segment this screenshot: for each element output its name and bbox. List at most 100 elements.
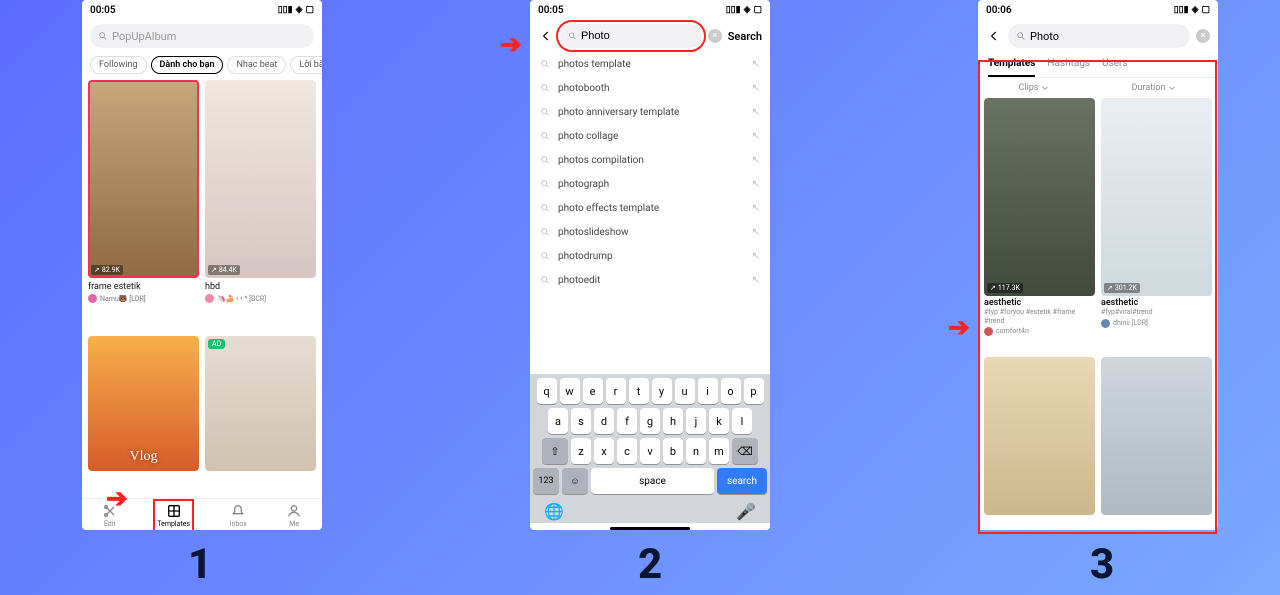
key-h[interactable]: h — [663, 408, 683, 434]
shift-key[interactable]: ⇧ — [542, 438, 568, 464]
key-a[interactable]: a — [548, 408, 568, 434]
insert-icon[interactable]: ↖ — [752, 155, 760, 166]
suggestion-item[interactable]: photos compilation ↖ — [540, 148, 760, 172]
key-i[interactable]: i — [698, 378, 718, 404]
numbers-key[interactable]: 123 — [533, 468, 559, 494]
key-b[interactable]: b — [663, 438, 683, 464]
key-k[interactable]: k — [709, 408, 729, 434]
result-card[interactable]: ↗ 117.3K aesthetic #fyp #foryou #estetik… — [984, 98, 1095, 351]
suggestion-item[interactable]: photoslideshow↖ — [540, 220, 760, 244]
key-z[interactable]: z — [571, 438, 591, 464]
chip-for-you[interactable]: Dành cho bạn — [151, 56, 224, 74]
key-j[interactable]: j — [686, 408, 706, 434]
suggestion-item[interactable]: photo anniversary template ↖ — [540, 100, 760, 124]
emoji-key[interactable]: ☺ — [562, 468, 588, 494]
key-e[interactable]: e — [583, 378, 603, 404]
search-input[interactable]: PopUpAlbum — [90, 24, 314, 48]
search-action[interactable]: Search — [728, 30, 762, 43]
suggestion-text: photograph — [558, 179, 744, 190]
clear-button[interactable]: × — [1196, 29, 1210, 43]
insert-icon[interactable]: ↖ — [752, 131, 760, 142]
result-thumb[interactable] — [1101, 357, 1212, 516]
key-n[interactable]: n — [686, 438, 706, 464]
result-thumb[interactable]: ↗ 117.3K — [984, 98, 1095, 296]
key-x[interactable]: x — [594, 438, 614, 464]
key-q[interactable]: q — [537, 378, 557, 404]
search-return-key[interactable]: search — [717, 468, 767, 494]
template-thumb[interactable]: AD — [205, 336, 316, 471]
search-input[interactable] — [560, 24, 702, 48]
key-c[interactable]: c — [617, 438, 637, 464]
tab-me[interactable]: Me — [286, 503, 302, 528]
key-s[interactable]: s — [571, 408, 591, 434]
space-key[interactable]: space — [591, 468, 714, 494]
template-card[interactable]: Vlog — [88, 336, 199, 498]
result-card[interactable]: ↗ 301.2K aesthetic #fyp#viral#trend dhin… — [1101, 98, 1212, 351]
chevron-left-icon — [539, 29, 553, 43]
arrow-icon: ➔ — [948, 313, 970, 343]
arrow-icon: ➔ — [500, 30, 522, 60]
filter-duration[interactable]: Duration — [1132, 83, 1178, 93]
key-l[interactable]: l — [732, 408, 752, 434]
key-p[interactable]: p — [744, 378, 764, 404]
suggestion-item[interactable]: photobooth↖ — [540, 76, 760, 100]
chip-beat[interactable]: Nhạc beat — [227, 56, 286, 74]
result-thumb[interactable]: ↗ 301.2K — [1101, 98, 1212, 296]
suggestion-item[interactable]: photograph ↖ — [540, 172, 760, 196]
template-thumb[interactable]: ↗ 82.9K — [88, 80, 199, 278]
insert-icon[interactable]: ↖ — [752, 203, 760, 214]
suggestion-item[interactable]: photoedit↖ — [540, 268, 760, 292]
template-thumb[interactable]: Vlog — [88, 336, 199, 471]
suggestion-item[interactable]: photodrump↖ — [540, 244, 760, 268]
key-t[interactable]: t — [629, 378, 649, 404]
key-g[interactable]: g — [640, 408, 660, 434]
globe-icon[interactable]: 🌐 — [544, 502, 564, 521]
key-d[interactable]: d — [594, 408, 614, 434]
suggestion-item[interactable]: photo effects template↖ — [540, 196, 760, 220]
suggestion-item[interactable]: photo collage↖ — [540, 124, 760, 148]
chip-following[interactable]: Following — [90, 56, 147, 74]
tab-inbox[interactable]: Inbox — [230, 503, 247, 528]
search-input[interactable]: Photo — [1008, 24, 1190, 48]
filter-clips[interactable]: Clips — [1019, 83, 1051, 93]
insert-icon[interactable]: ↖ — [752, 251, 760, 262]
key-o[interactable]: o — [721, 378, 741, 404]
search-icon — [540, 107, 550, 117]
insert-icon[interactable]: ↖ — [752, 59, 760, 70]
back-button[interactable] — [538, 28, 554, 44]
template-card[interactable]: AD — [205, 336, 316, 498]
tab-users[interactable]: Users — [1102, 52, 1128, 77]
template-thumb[interactable]: ↗ 84.4K — [205, 80, 316, 278]
template-card[interactable]: ↗ 82.9K frame estetik Namu🐻 [LDR] — [88, 80, 199, 330]
insert-icon[interactable]: ↖ — [752, 107, 760, 118]
result-card[interactable] — [1101, 357, 1212, 530]
key-m[interactable]: m — [709, 438, 729, 464]
key-v[interactable]: v — [640, 438, 660, 464]
mic-icon[interactable]: 🎤 — [736, 502, 756, 521]
result-thumb[interactable] — [984, 357, 1095, 516]
tab-templates[interactable]: Templates — [988, 52, 1035, 77]
back-button[interactable] — [986, 28, 1002, 44]
suggestion-text: photos compilation — [558, 155, 744, 166]
insert-icon[interactable]: ↖ — [752, 227, 760, 238]
suggestion-item[interactable]: photos template↖ — [540, 52, 760, 76]
key-w[interactable]: w — [560, 378, 580, 404]
uses-icon: ↗ — [990, 284, 996, 292]
template-card[interactable]: ↗ 84.4K hbd 🦄🍰 • • * [BCR] — [205, 80, 316, 330]
result-author: comfort4n — [984, 327, 1095, 336]
chip-lyrics[interactable]: Lời bài — [290, 56, 322, 74]
key-u[interactable]: u — [675, 378, 695, 404]
search-text-field[interactable] — [581, 30, 694, 42]
result-card[interactable] — [984, 357, 1095, 530]
tab-hashtags[interactable]: Hashtags — [1047, 52, 1090, 77]
tab-templates[interactable]: Templates — [157, 503, 190, 528]
key-r[interactable]: r — [606, 378, 626, 404]
suggestion-text: photo anniversary template — [558, 107, 744, 118]
insert-icon[interactable]: ↖ — [752, 275, 760, 286]
backspace-key[interactable]: ⌫ — [732, 438, 758, 464]
insert-icon[interactable]: ↖ — [752, 179, 760, 190]
key-f[interactable]: f — [617, 408, 637, 434]
key-y[interactable]: y — [652, 378, 672, 404]
clear-button[interactable]: × — [708, 29, 722, 43]
insert-icon[interactable]: ↖ — [752, 83, 760, 94]
